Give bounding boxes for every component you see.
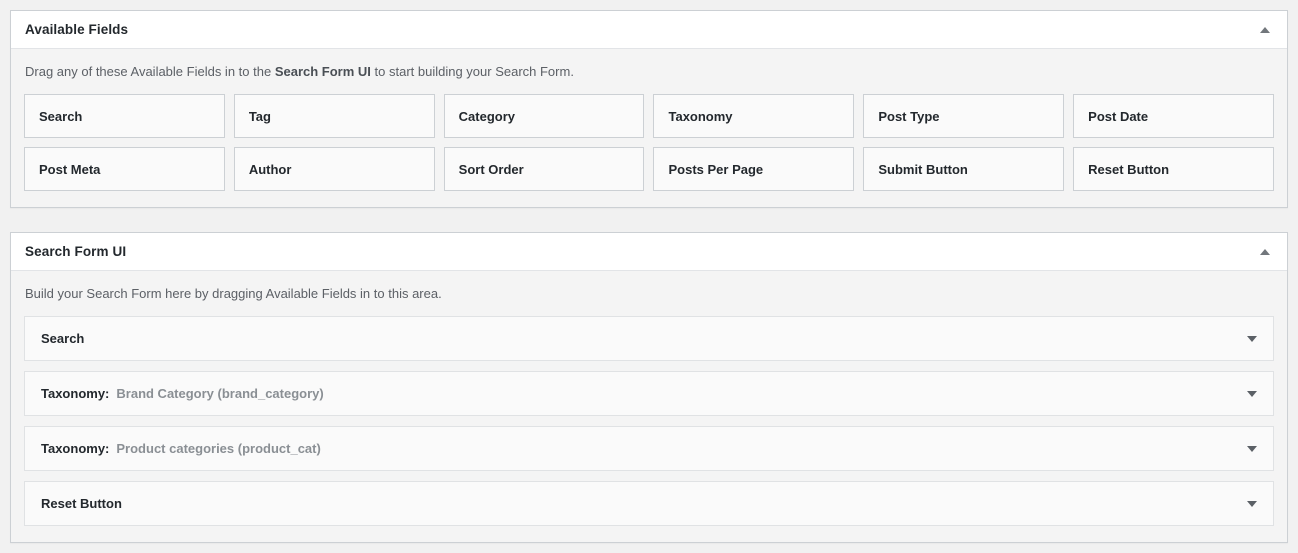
available-field-label: Post Type (878, 108, 940, 124)
available-field-tile[interactable]: Search (24, 94, 225, 139)
search-form-ui-panel: Search Form UI Build your Search Form he… (10, 232, 1288, 544)
search-form-row-expand-button[interactable] (1241, 438, 1263, 460)
available-field-tile[interactable]: Reset Button (1073, 147, 1274, 192)
available-field-tile[interactable]: Sort Order (443, 147, 645, 192)
available-field-tile[interactable]: Posts Per Page (653, 147, 855, 192)
search-form-row-label: Taxonomy: (41, 386, 110, 402)
available-field-label: Taxonomy (668, 108, 733, 124)
page-root: Available Fields Drag any of these Avail… (0, 0, 1298, 553)
available-field-tile[interactable]: Tag (233, 94, 435, 139)
search-form-row-label: Taxonomy: (41, 441, 110, 457)
available-field-label: Posts Per Page (668, 161, 764, 177)
triangle-up-icon (1260, 248, 1270, 255)
available-fields-collapse-button[interactable] (1251, 16, 1279, 44)
available-fields-panel-header[interactable]: Available Fields (11, 11, 1287, 49)
available-field-tile[interactable]: Author (233, 147, 435, 192)
available-field-label: Submit Button (878, 161, 968, 177)
search-form-row[interactable]: Taxonomy: Product categories (product_ca… (24, 426, 1274, 472)
available-field-label: Author (248, 161, 292, 177)
triangle-down-icon (1247, 500, 1257, 507)
available-fields-description-prefix: Drag any of these Available Fields in to… (25, 64, 275, 79)
available-field-tile[interactable]: Post Type (863, 94, 1065, 139)
search-form-ui-panel-body: Build your Search Form here by dragging … (11, 271, 1287, 542)
available-fields-description-suffix: to start building your Search Form. (370, 64, 574, 79)
search-form-row-value: Brand Category (brand_category) (116, 386, 324, 402)
available-fields-panel-title: Available Fields (25, 21, 129, 37)
triangle-down-icon (1247, 390, 1257, 397)
search-form-ui-panel-title: Search Form UI (25, 243, 127, 259)
available-fields-grid: Search Tag Category Taxonomy Post Type P… (24, 94, 1274, 192)
triangle-down-icon (1247, 445, 1257, 452)
available-field-label: Post Date (1088, 108, 1149, 124)
search-form-row-expand-button[interactable] (1241, 383, 1263, 405)
available-field-label: Reset Button (1088, 161, 1170, 177)
available-field-label: Post Meta (39, 161, 101, 177)
available-fields-panel-body: Drag any of these Available Fields in to… (11, 49, 1287, 207)
search-form-row[interactable]: Taxonomy: Brand Category (brand_category… (24, 371, 1274, 417)
triangle-up-icon (1260, 26, 1270, 33)
available-fields-description: Drag any of these Available Fields in to… (25, 63, 1274, 81)
available-field-label: Tag (248, 108, 271, 124)
search-form-row[interactable]: Reset Button (24, 481, 1274, 527)
available-field-tile[interactable]: Category (443, 94, 645, 139)
available-field-tile[interactable]: Taxonomy (653, 94, 855, 139)
available-field-label: Search (39, 108, 83, 124)
available-field-tile[interactable]: Post Meta (24, 147, 225, 192)
search-form-row-expand-button[interactable] (1241, 493, 1263, 515)
available-field-label: Category (458, 108, 516, 124)
available-field-tile[interactable]: Submit Button (863, 147, 1065, 192)
search-form-row-value: Product categories (product_cat) (116, 441, 321, 457)
search-form-ui-rows: Search Taxonomy: Brand Category (brand_c… (24, 316, 1274, 527)
available-fields-panel: Available Fields Drag any of these Avail… (10, 10, 1288, 209)
search-form-row-label: Search (41, 331, 85, 347)
search-form-ui-description: Build your Search Form here by dragging … (25, 286, 442, 302)
triangle-down-icon (1247, 335, 1257, 342)
available-fields-description-emphasis: Search Form UI (274, 64, 371, 79)
search-form-ui-panel-header[interactable]: Search Form UI (11, 233, 1287, 272)
available-field-label: Sort Order (458, 161, 524, 177)
available-field-tile[interactable]: Post Date (1073, 94, 1274, 139)
search-form-row-label: Reset Button (41, 496, 122, 512)
search-form-ui-collapse-button[interactable] (1251, 238, 1279, 266)
search-form-row[interactable]: Search (24, 316, 1274, 362)
search-form-row-expand-button[interactable] (1241, 328, 1263, 350)
